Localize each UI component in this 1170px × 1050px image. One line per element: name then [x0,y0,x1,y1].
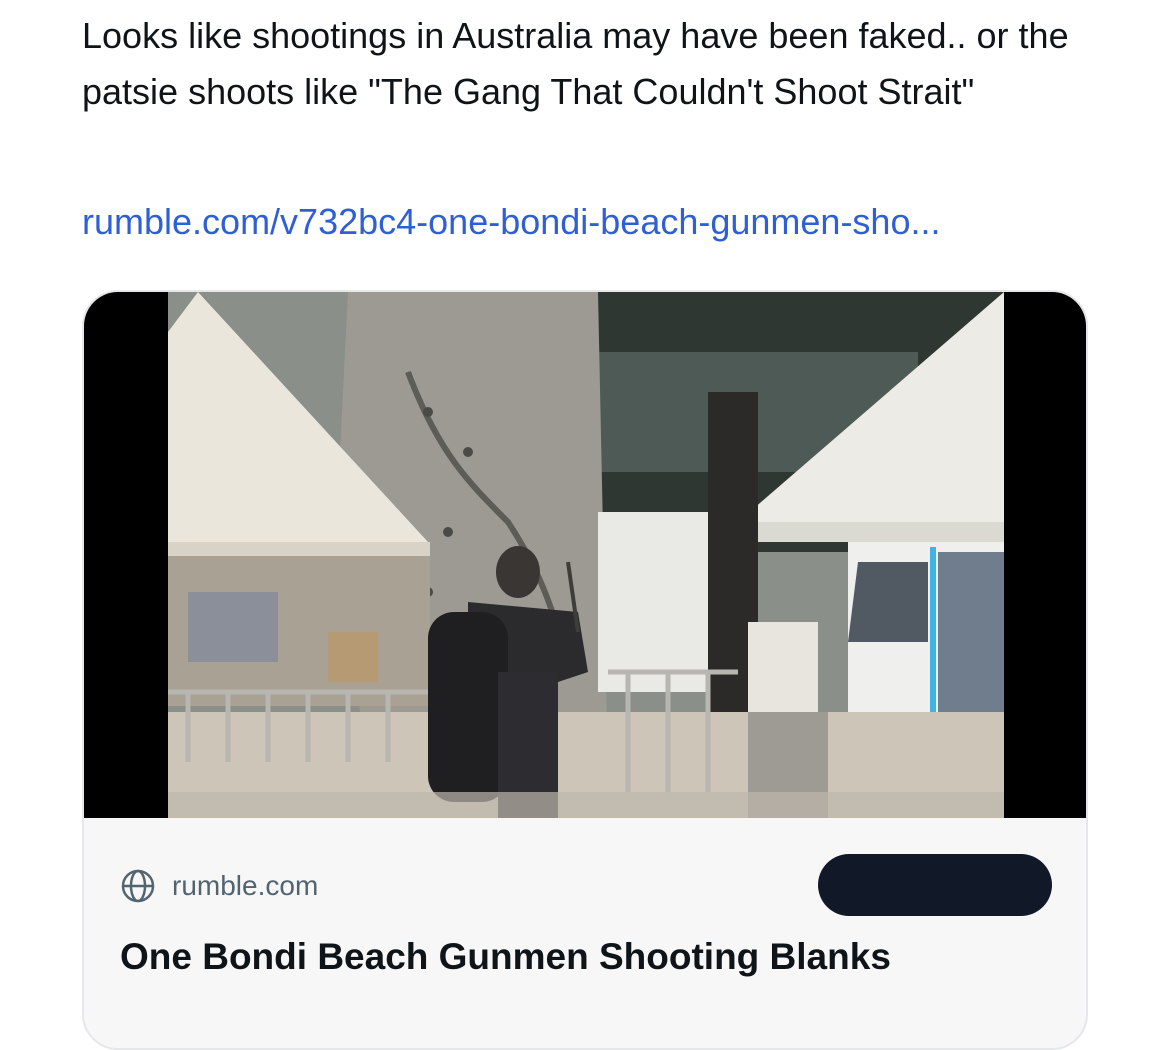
post-text: Looks like shootings in Australia may ha… [82,15,1069,112]
card-footer: rumble.com One Bondi Beach Gunmen Shooti… [84,818,1086,1048]
video-frame[interactable] [168,292,1004,818]
post-link[interactable]: rumble.com/v732bc4-one-bondi-beach-gunme… [82,194,1082,250]
video-thumbnail[interactable] [84,292,1086,818]
video-still-image [168,292,1004,818]
globe-icon [121,869,155,903]
link-preview-card[interactable]: rumble.com One Bondi Beach Gunmen Shooti… [82,290,1088,1050]
card-action-button[interactable] [818,854,1052,916]
card-domain-text: rumble.com [172,870,319,901]
card-title[interactable]: One Bondi Beach Gunmen Shooting Blanks [120,936,1060,978]
card-domain: rumble.com [120,866,318,906]
